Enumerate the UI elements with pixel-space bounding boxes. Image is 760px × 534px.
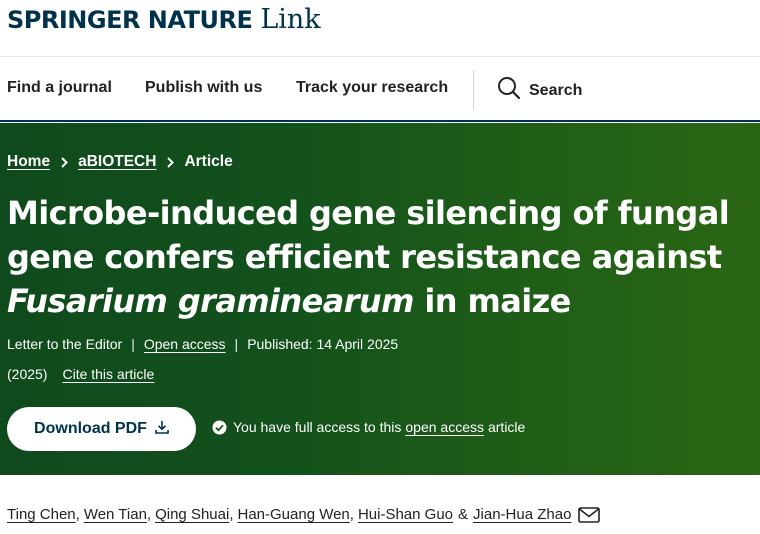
author-link[interactable]: Wen Tian [84,506,147,523]
access-prefix: You have full access to this [233,419,402,435]
meta-separator: | [234,336,239,352]
download-icon [155,420,169,439]
title-line-3-rest: in maize [413,282,571,320]
chevron-right-icon [167,156,175,168]
author-separator: , [229,506,234,523]
author-link[interactable]: Ting Chen [7,506,76,523]
nav-publish-with-us[interactable]: Publish with us [145,79,262,97]
author-link[interactable]: Han-Guang Wen [237,506,349,523]
search-icon [497,76,521,105]
chevron-right-icon [61,156,68,168]
author-last-separator: & [458,506,469,523]
title-species: Fusarium graminearum [7,282,414,320]
main-nav: Find a journal Publish with us Track you… [0,58,760,122]
logo-suffix: Link [260,4,321,35]
envelope-icon[interactable] [578,506,601,523]
nav-find-a-journal[interactable]: Find a journal [7,79,112,97]
breadcrumb: Home aBIOTECH Article [7,153,233,171]
access-notice: You have full access to this open access… [212,419,525,435]
title-line-1: Microbe-induced gene silencing of fungal [7,194,730,232]
download-pdf-button[interactable]: Download PDF [7,407,196,451]
nav-divider [473,70,474,110]
published-date: Published: 14 April 2025 [247,336,399,352]
title-line-3: Fusarium graminearum in maize [7,279,757,323]
author-separator: , [349,506,354,523]
author-link[interactable]: Jian-Hua Zhao [473,506,571,523]
article-title: Microbe-induced gene silencing of fungal… [7,191,757,323]
download-pdf-label: Download PDF [34,420,147,437]
nav-track-your-research[interactable]: Track your research [296,79,448,97]
article-year: (2025) [7,366,48,382]
search-label: Search [529,81,583,99]
search-button[interactable]: Search [497,76,582,105]
cite-article-link[interactable]: Cite this article [62,366,154,382]
author-link[interactable]: Hui-Shan Guo [358,506,453,523]
access-open-access-link[interactable]: open access [405,419,484,435]
breadcrumb-home[interactable]: Home [7,153,50,171]
author-link[interactable]: Qing Shuai [155,506,229,523]
access-suffix: article [487,419,526,435]
article-hero: Home aBIOTECH Article Microbe-induced ge… [0,123,760,475]
breadcrumb-journal[interactable]: aBIOTECH [78,153,156,171]
breadcrumb-current: Article [184,153,233,170]
open-access-link[interactable]: Open access [144,336,226,352]
logo-brand: SPRINGER NATURE [7,6,253,34]
title-line-2: gene confers efficient resistance agains… [7,238,722,276]
article-meta: Letter to the Editor | Open access | Pub… [7,336,398,352]
author-list: Ting Chen, Wen Tian, Qing Shuai, Han-Gua… [7,506,601,523]
article-citation-row: (2025) Cite this article [7,366,154,382]
article-type: Letter to the Editor [7,336,123,352]
brand-bar: SPRINGER NATURE Link [0,0,760,57]
author-separator: , [146,506,152,523]
meta-separator: | [131,336,135,352]
springer-nature-link-logo[interactable]: SPRINGER NATURE Link [7,4,321,35]
check-circle-icon [212,420,227,435]
author-separator: , [75,506,80,523]
